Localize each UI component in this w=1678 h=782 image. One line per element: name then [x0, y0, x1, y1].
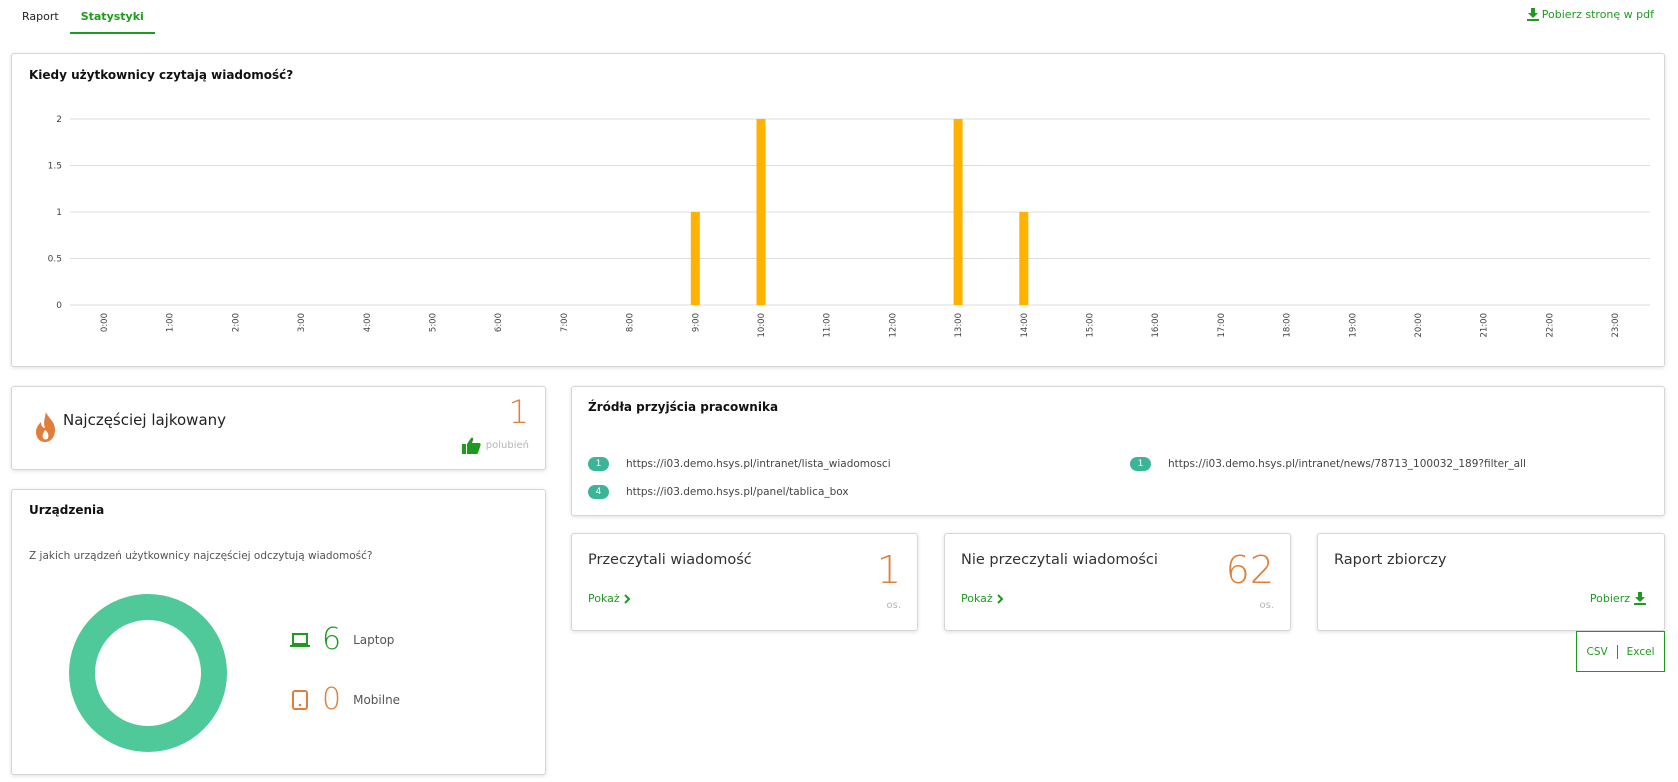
y-tick-label: 0	[56, 301, 62, 311]
thumbs-up-icon	[461, 437, 481, 454]
source-url[interactable]: https://i03.demo.hsys.pl/intranet/news/7…	[1168, 458, 1526, 470]
sources-title: Źródła przyjścia pracownika	[588, 400, 779, 414]
chevron-right-icon	[996, 593, 1004, 604]
devices-title: Urządzenia	[29, 503, 105, 517]
download-pdf-link[interactable]: Pobierz stronę w pdf	[1526, 8, 1654, 21]
x-tick-label: 0:00	[100, 313, 110, 332]
report-download-label: Pobierz	[1589, 592, 1630, 605]
device-laptop-row: 6 Laptop	[290, 622, 394, 657]
reading-time-chart: 00.511.520:00 1:00 2:00 3:00 4:00 5:00 6:00 7:0…	[48, 115, 1650, 338]
x-tick-label: 17:00	[1217, 313, 1227, 338]
x-tick-label: 22:00	[1545, 313, 1555, 338]
source-item: 1 https://i03.demo.hsys.pl/intranet/news…	[1130, 457, 1526, 471]
x-tick-label: 5:00	[429, 313, 439, 332]
donut-ring	[69, 594, 227, 752]
y-tick-label: 1	[56, 208, 62, 218]
source-item: 4 https://i03.demo.hsys.pl/panel/tablica…	[588, 485, 849, 499]
tablet-icon	[292, 689, 308, 710]
x-tick-label: 4:00	[363, 313, 373, 332]
unread-show-label: Pokaż	[961, 592, 993, 605]
read-card: Przeczytali wiadomość Pokaż 1 os.	[571, 533, 918, 631]
bar	[953, 119, 963, 305]
x-tick-label: 19:00	[1348, 313, 1358, 338]
laptop-label: Laptop	[353, 632, 395, 647]
chevron-right-icon	[623, 593, 631, 604]
x-tick-label: 18:00	[1283, 313, 1293, 338]
unread-count: 62	[1225, 548, 1274, 592]
source-count-badge: 1	[1130, 457, 1151, 471]
x-tick-label: 14:00	[1020, 313, 1030, 338]
read-show-link[interactable]: Pokaż	[588, 592, 631, 605]
sources-card: Źródła przyjścia pracownika 1 https://i0…	[571, 386, 1665, 516]
y-tick-label: 2	[56, 115, 62, 125]
x-tick-label: 8:00	[626, 313, 636, 332]
y-tick-label: 1.5	[48, 162, 62, 172]
devices-donut-chart	[69, 594, 227, 752]
most-liked-card: Najczęściej lajkowany 1 polubień	[11, 386, 546, 470]
x-tick-label: 6:00	[494, 313, 504, 332]
report-title: Raport zbiorczy	[1334, 552, 1447, 568]
x-tick-label: 13:00	[954, 313, 964, 338]
download-pdf-label: Pobierz stronę w pdf	[1541, 8, 1654, 21]
bar	[756, 119, 766, 305]
unread-unit: os.	[1259, 600, 1274, 611]
mobile-count: 0	[322, 682, 342, 717]
x-tick-label: 16:00	[1151, 313, 1161, 338]
x-tick-label: 3:00	[297, 313, 307, 332]
source-url[interactable]: https://i03.demo.hsys.pl/panel/tablica_b…	[626, 486, 849, 498]
export-divider	[1616, 644, 1618, 659]
unread-title: Nie przeczytali wiadomości	[961, 552, 1158, 568]
x-tick-label: 7:00	[560, 313, 570, 332]
bar	[1019, 212, 1029, 305]
export-format-menu: CSV Excel	[1576, 631, 1665, 672]
devices-question: Z jakich urządzeń użytkownicy najczęście…	[29, 550, 373, 562]
export-excel-option[interactable]: Excel	[1627, 646, 1655, 658]
x-tick-label: 15:00	[1086, 313, 1096, 338]
x-tick-label: 21:00	[1480, 313, 1490, 338]
y-tick-label: 0.5	[48, 255, 62, 265]
read-show-label: Pokaż	[588, 592, 620, 605]
x-tick-label: 10:00	[757, 313, 767, 338]
likes-unit: polubień	[485, 440, 529, 451]
read-title: Przeczytali wiadomość	[588, 552, 752, 568]
x-tick-label: 12:00	[888, 313, 898, 338]
likes-count: 1	[508, 393, 529, 431]
x-tick-label: 2:00	[231, 313, 241, 332]
x-tick-label: 11:00	[823, 313, 833, 338]
x-tick-label: 1:00	[166, 313, 176, 332]
x-tick-label: 23:00	[1611, 313, 1621, 338]
source-url[interactable]: https://i03.demo.hsys.pl/intranet/lista_…	[626, 458, 891, 470]
tab-statystyki[interactable]: Statystyki	[69, 0, 155, 34]
bar	[690, 212, 700, 305]
tab-raport[interactable]: Raport	[11, 0, 70, 34]
most-liked-title: Najczęściej lajkowany	[63, 411, 227, 429]
likes-label-row: polubień	[461, 437, 529, 454]
download-icon	[1526, 8, 1539, 21]
source-count-badge: 4	[588, 485, 609, 499]
device-mobile-row: 0 Mobilne	[290, 682, 400, 717]
flame-icon	[36, 412, 55, 442]
x-tick-label: 20:00	[1414, 313, 1424, 338]
report-download-button[interactable]: Pobierz	[1590, 592, 1646, 605]
reading-time-chart-card: Kiedy użytkownicy czytają wiadomość? 0 0.…	[11, 53, 1665, 367]
mobile-label: Mobilne	[353, 692, 401, 707]
download-icon	[1634, 592, 1646, 605]
read-unit: os.	[886, 600, 901, 611]
tab-bar: Raport Statystyki	[11, 0, 155, 34]
laptop-count: 6	[322, 622, 342, 657]
x-tick-label: 9:00	[691, 313, 701, 332]
source-item: 1 https://i03.demo.hsys.pl/intranet/list…	[588, 457, 891, 471]
read-count: 1	[876, 548, 901, 592]
devices-card: Urządzenia Z jakich urządzeń użytkownicy…	[11, 489, 546, 775]
unread-card: Nie przeczytali wiadomości Pokaż 62 os.	[944, 533, 1291, 631]
laptop-icon	[290, 632, 310, 647]
unread-show-link[interactable]: Pokaż	[961, 592, 1004, 605]
export-csv-option[interactable]: CSV	[1586, 646, 1607, 658]
source-count-badge: 1	[588, 457, 609, 471]
summary-report-card: Raport zbiorczy Pobierz	[1317, 533, 1665, 631]
